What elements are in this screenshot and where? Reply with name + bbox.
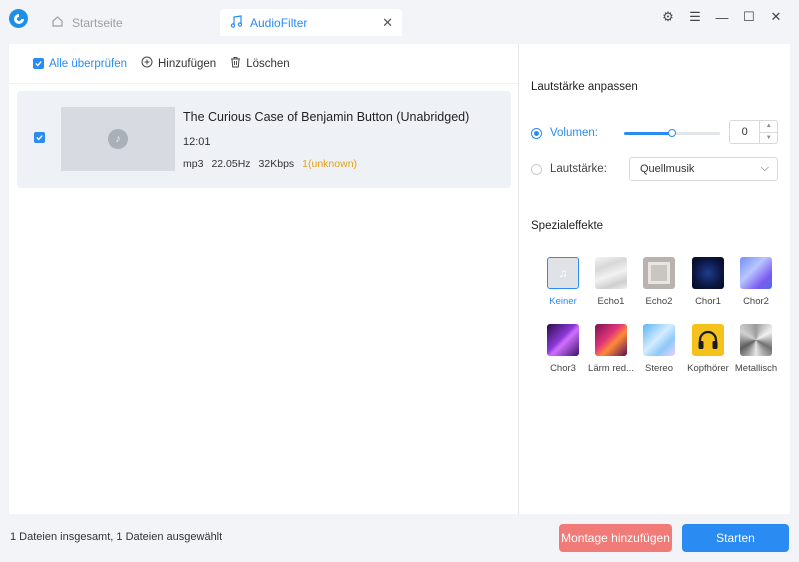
file-toolbar: Alle überprüfen Hinzufügen Löschen (9, 44, 518, 84)
volume-slider[interactable] (624, 129, 720, 137)
effect-label: Chor3 (550, 363, 576, 374)
effect-none[interactable]: ♫ Keiner (540, 257, 586, 307)
stereo-thumb-icon (643, 324, 675, 356)
maximize-icon[interactable]: ☐ (742, 9, 756, 24)
loudness-radio[interactable] (531, 163, 542, 175)
chor3-thumb-icon (547, 324, 579, 356)
checkbox-checked-icon (33, 58, 44, 69)
chor1-thumb-icon (692, 257, 724, 289)
check-all-button[interactable]: Alle überprüfen (33, 58, 127, 70)
home-icon (51, 15, 64, 31)
volume-radio[interactable] (531, 127, 542, 139)
stepper-down-icon[interactable]: ▼ (760, 133, 777, 144)
music-note-icon: ♪ (108, 129, 128, 149)
file-samplerate: 22.05Hz (211, 158, 251, 170)
loudness-label: Lautstärke: (550, 163, 607, 175)
volume-stepper[interactable]: 0 ▲ ▼ (729, 120, 778, 144)
add-montage-button[interactable]: Montage hinzufügen (559, 524, 672, 552)
music-note-icon (230, 14, 243, 31)
title-bar: Startseite AudioFilter ✕ ⚙ ☰ — ☐ ✕ (0, 0, 799, 44)
settings-gear-icon[interactable]: ⚙ (661, 9, 675, 24)
echo2-thumb-icon (643, 257, 675, 289)
stepper-up-icon[interactable]: ▲ (760, 121, 777, 133)
volume-slider-handle[interactable] (668, 129, 676, 137)
effect-echo1[interactable]: Echo1 (588, 257, 634, 307)
file-channels: 1(unknown) (302, 158, 358, 170)
file-duration: 12:01 (183, 136, 211, 148)
effect-label: Stereo (645, 363, 673, 374)
effect-label: Chor2 (743, 296, 769, 307)
file-title: The Curious Case of Benjamin Button (Una… (183, 110, 470, 124)
loudness-select-value: Quellmusik (640, 163, 695, 175)
add-button[interactable]: Hinzufügen (141, 56, 216, 71)
close-window-icon[interactable]: ✕ (769, 9, 783, 24)
effect-label: Kopfhörer (687, 363, 729, 374)
menu-icon[interactable]: ☰ (688, 9, 702, 24)
effect-echo2[interactable]: Echo2 (636, 257, 682, 307)
noise-reduction-thumb-icon (595, 324, 627, 356)
chor2-thumb-icon (740, 257, 772, 289)
effect-label: Chor1 (695, 296, 721, 307)
effect-stereo[interactable]: Stereo (636, 324, 682, 374)
chevron-down-icon: ⌵ (760, 162, 769, 174)
app-logo-icon (9, 9, 28, 28)
file-thumbnail: ♪ (61, 107, 175, 171)
loudness-select[interactable]: Quellmusik ⌵ (629, 157, 778, 181)
delete-label: Löschen (246, 57, 290, 70)
start-button[interactable]: Starten (682, 524, 789, 552)
volume-row: Volumen: 0 ▲ ▼ (531, 120, 781, 146)
minimize-icon[interactable]: — (715, 10, 729, 25)
volume-label: Volumen: (550, 127, 598, 139)
close-tab-icon[interactable]: ✕ (382, 15, 393, 31)
file-bitrate: 32Kbps (258, 158, 295, 170)
volume-section-title: Lautstärke anpassen (531, 81, 638, 93)
file-checkbox[interactable] (34, 132, 45, 143)
add-label: Hinzufügen (158, 57, 217, 70)
file-format: mp3 (183, 158, 204, 170)
effect-metallic[interactable]: Metallisch (733, 324, 779, 374)
effect-label: Metallisch (734, 363, 778, 374)
volume-value[interactable]: 0 (730, 121, 759, 143)
effect-headphone[interactable]: Kopfhörer (685, 324, 731, 374)
headphone-thumb-icon (692, 324, 724, 356)
effect-chor2[interactable]: Chor2 (733, 257, 779, 307)
file-list-panel: Alle überprüfen Hinzufügen Löschen ♪ The… (9, 44, 519, 514)
effect-label: Keiner (549, 296, 577, 307)
effect-noise-reduction[interactable]: Lärm red... (588, 324, 634, 374)
check-all-label: Alle überprüfen (49, 57, 127, 70)
music-note-icon: ♫ (547, 257, 579, 289)
effect-chor1[interactable]: Chor1 (685, 257, 731, 307)
tab-home-label: Startseite (72, 15, 123, 30)
tab-audiofilter[interactable]: AudioFilter ✕ (220, 9, 402, 36)
settings-panel: Lautstärke anpassen Volumen: 0 ▲ ▼ Lauts… (520, 44, 790, 514)
loudness-row: Lautstärke: Quellmusik ⌵ (531, 157, 781, 181)
trash-icon (230, 56, 241, 71)
effect-label: Lärm red... (588, 363, 634, 374)
tab-audiofilter-label: AudioFilter (250, 15, 308, 30)
plus-circle-icon (141, 56, 153, 71)
delete-button[interactable]: Löschen (230, 56, 290, 71)
effect-chor3[interactable]: Chor3 (540, 324, 586, 374)
file-item[interactable]: ♪ The Curious Case of Benjamin Button (U… (17, 91, 511, 188)
status-text: 1 Dateien insgesamt, 1 Dateien ausgewähl… (10, 531, 223, 543)
effect-label: Echo2 (645, 296, 673, 307)
effects-section-title: Spezialeffekte (531, 220, 604, 232)
echo1-thumb-icon (595, 257, 627, 289)
metallic-thumb-icon (740, 324, 772, 356)
tab-home[interactable]: Startseite (42, 9, 212, 36)
main-content: Alle überprüfen Hinzufügen Löschen ♪ The… (9, 44, 790, 514)
effect-label: Echo1 (597, 296, 625, 307)
volume-slider-fill (624, 132, 672, 135)
file-meta: mp3 22.05Hz 32Kbps 1(unknown) (183, 158, 357, 170)
